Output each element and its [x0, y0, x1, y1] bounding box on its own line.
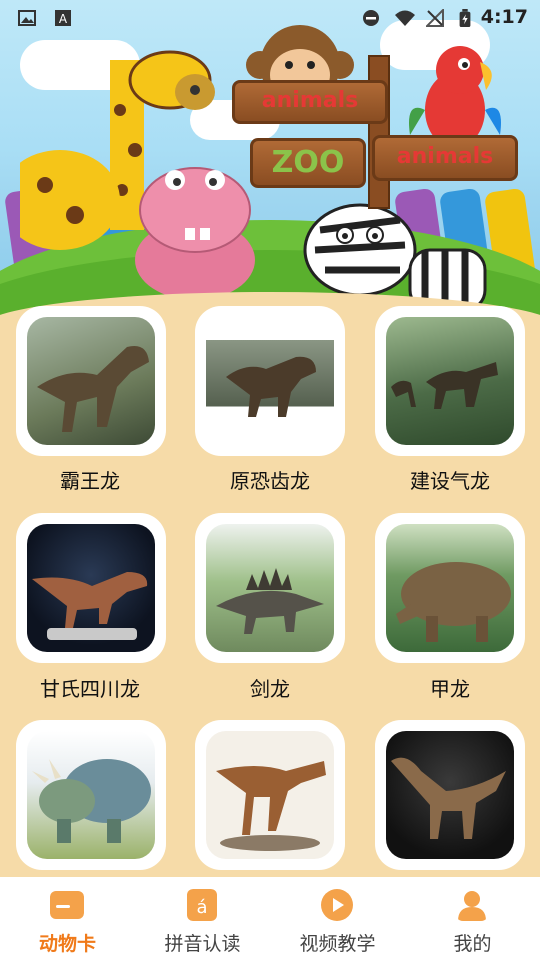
svg-text:á: á [196, 897, 207, 918]
animal-thumbnail [27, 317, 155, 445]
animal-thumbnail [27, 731, 155, 859]
parrot-illustration [409, 46, 501, 148]
dinosaur-silhouette-icon [391, 362, 498, 409]
wifi-icon [395, 10, 415, 26]
dnd-icon [363, 10, 379, 26]
animal-card-label: 甲龙 [430, 677, 470, 701]
nav-label: 我的 [453, 933, 492, 955]
animal-thumbnail [386, 317, 514, 445]
text-a-icon: A [55, 10, 71, 26]
nav-tab-pinyin[interactable]: á 拼音认读 [135, 877, 270, 960]
nav-label: 视频教学 [299, 933, 376, 955]
animal-thumbnail [386, 524, 514, 652]
animal-card[interactable] [16, 306, 166, 456]
animal-card-label: 甘氏四川龙 [40, 677, 140, 701]
dinosaur-silhouette-icon [216, 568, 324, 634]
sign-animals-right: animals [372, 135, 518, 181]
dinosaur-silhouette-icon [391, 757, 506, 839]
nav-label: 动物卡 [38, 933, 96, 955]
battery-icon [459, 9, 471, 27]
animal-card[interactable] [195, 720, 345, 870]
card-icon [50, 891, 84, 919]
nav-label: 拼音认读 [164, 933, 241, 955]
dinosaur-silhouette-icon [37, 346, 149, 432]
hippo-illustration [135, 167, 255, 300]
animal-thumbnail [206, 731, 334, 859]
image-icon [18, 10, 36, 26]
animal-card-label: 霸王龙 [60, 469, 120, 493]
animal-thumbnail [27, 524, 155, 652]
header-banner: animals ZOO animals [0, 0, 540, 330]
sign-animals-top: animals [232, 80, 388, 124]
animal-card-label: 建设气龙 [410, 469, 490, 493]
animal-card[interactable] [375, 720, 525, 870]
pinyin-icon: á [187, 889, 217, 921]
dinosaur-silhouette-icon [32, 572, 148, 640]
animal-thumbnail [206, 524, 334, 652]
animal-card[interactable] [195, 306, 345, 456]
sign-post [368, 55, 390, 209]
animal-card[interactable] [375, 306, 525, 456]
dinosaur-silhouette-icon [226, 356, 316, 417]
sign-zoo: ZOO [250, 138, 366, 188]
dinosaur-silhouette-icon [216, 761, 326, 851]
animal-card[interactable] [195, 513, 345, 663]
play-icon [321, 889, 353, 921]
animal-card[interactable] [375, 513, 525, 663]
no-signal-icon [426, 9, 444, 27]
bottom-navigation: 动物卡 á 拼音认读 视频教学 我的 [0, 877, 540, 960]
nav-tab-mine[interactable]: 我的 [405, 877, 540, 960]
animal-card-label: 剑龙 [250, 677, 290, 701]
nav-tab-video[interactable]: 视频教学 [270, 877, 405, 960]
dinosaur-silhouette-icon [396, 562, 511, 642]
animal-card-label: 原恐齿龙 [230, 469, 310, 493]
animal-thumbnail [386, 731, 514, 859]
sign-text: animals [396, 144, 494, 169]
svg-text:A: A [59, 12, 68, 26]
clock: 4:17 [480, 6, 528, 28]
nav-tab-animal-cards[interactable]: 动物卡 [0, 877, 135, 960]
user-icon [458, 891, 486, 921]
dinosaur-silhouette-icon [32, 759, 151, 843]
status-bar: A 4:17 [0, 0, 540, 36]
animal-card[interactable] [16, 720, 166, 870]
sign-text: ZOO [271, 145, 345, 180]
animal-thumbnail [206, 317, 334, 445]
sign-text: animals [261, 88, 359, 113]
animal-card[interactable] [16, 513, 166, 663]
